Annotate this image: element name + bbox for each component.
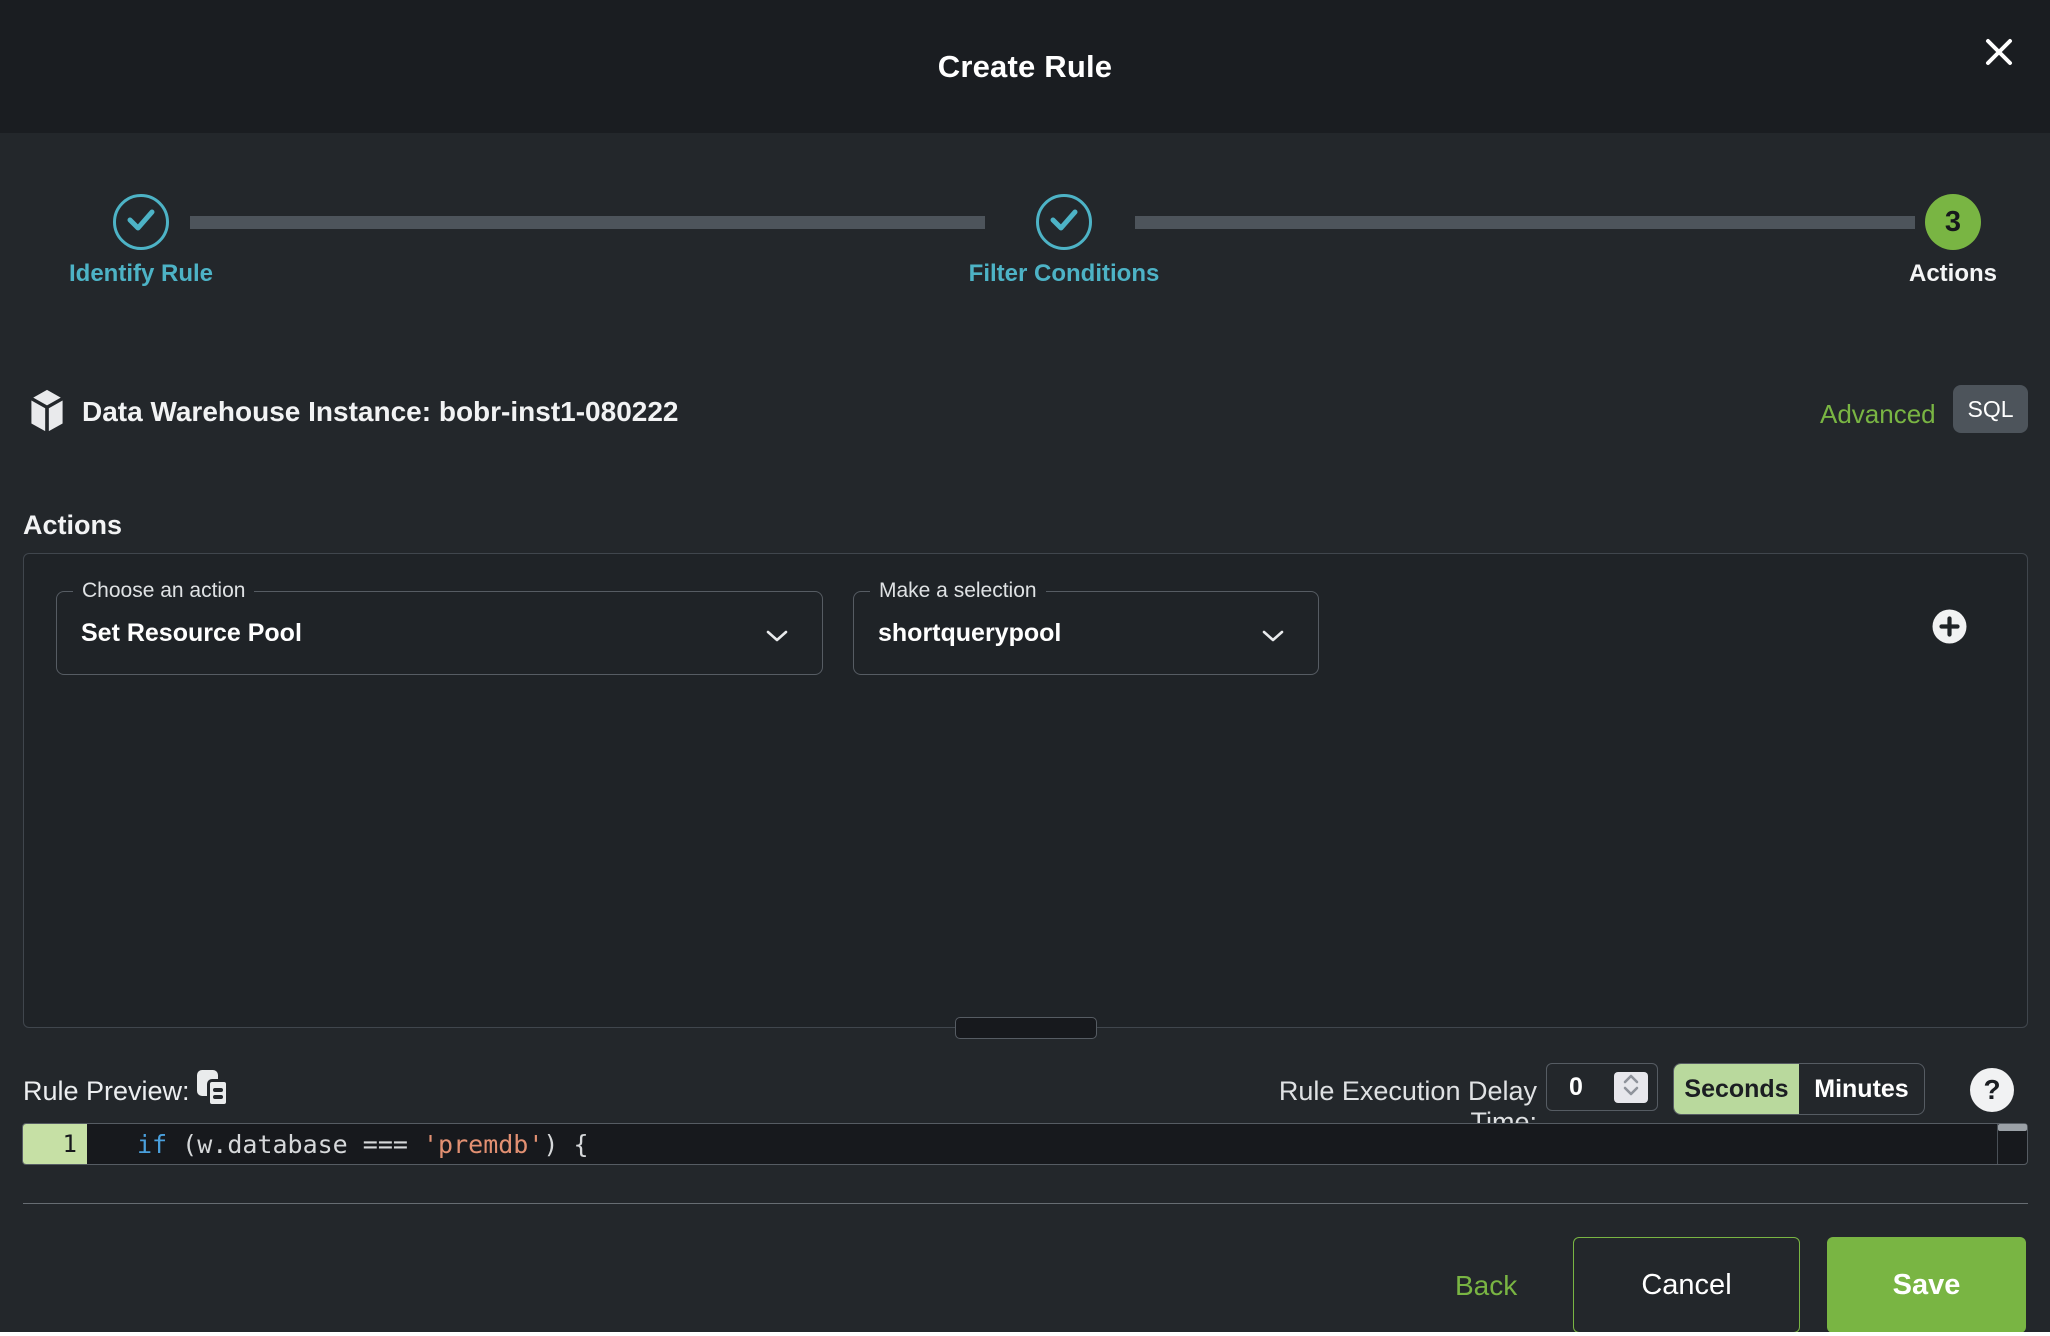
code-scrollbar-thumb[interactable] <box>1998 1124 2027 1131</box>
copy-icon[interactable] <box>197 1070 235 1110</box>
chevron-down-icon <box>1262 629 1284 647</box>
delay-unit-toggle: Seconds Minutes <box>1673 1063 1925 1115</box>
modal-header: Create Rule <box>0 0 2050 133</box>
save-button[interactable]: Save <box>1827 1237 2026 1333</box>
page-bottom-strip <box>0 1332 2050 1336</box>
close-button[interactable] <box>1978 32 2020 74</box>
delay-value-input[interactable] <box>1547 1064 1611 1110</box>
step-actions-circle: 3 <box>1925 194 1981 250</box>
panel-resize-handle[interactable] <box>955 1017 1097 1039</box>
action-dropdown[interactable]: Choose an action Set Resource Pool <box>56 591 823 675</box>
actions-panel: Choose an action Set Resource Pool Make … <box>23 553 2028 1028</box>
line-number-gutter: 1 <box>23 1124 87 1164</box>
cancel-button[interactable]: Cancel <box>1573 1237 1800 1333</box>
selection-dropdown-value: shortquerypool <box>878 592 1061 674</box>
back-button[interactable]: Back <box>1455 1270 1517 1302</box>
step-number: 3 <box>1945 206 1961 239</box>
delay-value-box <box>1546 1063 1658 1111</box>
data-warehouse-cube-icon <box>25 388 69 439</box>
stepper-track-1 <box>190 216 985 229</box>
footer-divider <box>23 1203 2028 1204</box>
check-icon <box>126 208 156 237</box>
question-mark-icon: ? <box>1983 1074 2000 1106</box>
step-label-actions: Actions <box>1853 260 2050 288</box>
modal-title: Create Rule <box>938 49 1113 85</box>
selection-dropdown[interactable]: Make a selection shortquerypool <box>853 591 1319 675</box>
instance-title: Data Warehouse Instance: bobr-inst1-0802… <box>82 396 678 428</box>
step-identify-rule-circle[interactable] <box>113 194 169 250</box>
number-stepper[interactable] <box>1614 1072 1648 1103</box>
unit-minutes-button[interactable]: Minutes <box>1799 1064 1924 1114</box>
close-icon <box>1983 36 2015 71</box>
step-label-identify-rule[interactable]: Identify Rule <box>31 260 251 288</box>
code-line: if (w.database === 'premdb') { <box>137 1124 589 1164</box>
advanced-link[interactable]: Advanced <box>1820 399 1936 430</box>
action-dropdown-value: Set Resource Pool <box>81 592 302 674</box>
step-label-filter-conditions[interactable]: Filter Conditions <box>914 260 1214 288</box>
help-button[interactable]: ? <box>1970 1068 2014 1112</box>
step-filter-conditions-circle[interactable] <box>1036 194 1092 250</box>
stepper-track-2 <box>1135 216 1915 229</box>
stepper-chevrons-icon <box>1621 1073 1641 1102</box>
create-rule-modal: Create Rule 3 Identify Rule Filter Condi… <box>0 0 2050 1336</box>
rule-preview-code-editor[interactable]: 1 if (w.database === 'premdb') { <box>22 1123 2028 1165</box>
add-action-button[interactable] <box>1932 609 1967 644</box>
chevron-down-icon <box>766 629 788 647</box>
actions-heading: Actions <box>23 510 122 541</box>
code-scrollbar[interactable] <box>1997 1124 2027 1164</box>
plus-circle-icon <box>1932 632 1967 647</box>
unit-seconds-button[interactable]: Seconds <box>1674 1064 1799 1114</box>
sql-button[interactable]: SQL <box>1953 385 2028 433</box>
rule-preview-label: Rule Preview: <box>23 1076 190 1107</box>
check-icon <box>1049 208 1079 237</box>
